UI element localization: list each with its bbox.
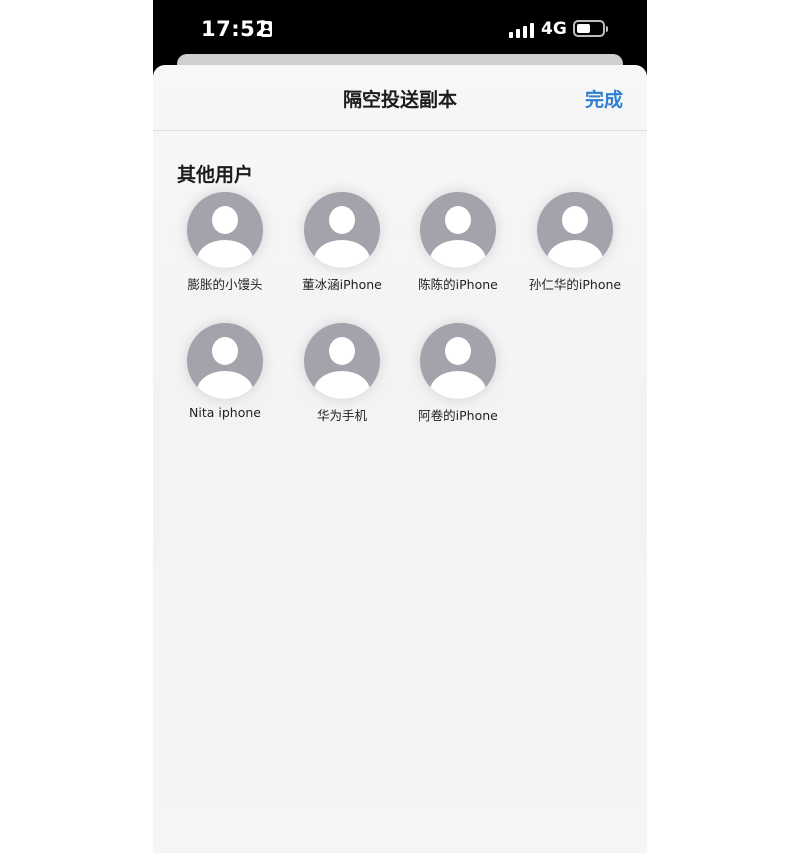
contact-name: 膨胀的小馒头 bbox=[187, 277, 263, 292]
page-title: 隔空投送副本 bbox=[342, 89, 457, 111]
contact-item[interactable]: 阿卷的iPhone bbox=[398, 323, 518, 424]
status-time: 17:52 bbox=[201, 17, 271, 41]
person-icon bbox=[187, 323, 263, 399]
person-icon bbox=[304, 323, 380, 399]
id-card-icon bbox=[261, 21, 272, 37]
battery-icon bbox=[573, 20, 608, 37]
nav-bar: 隔空投送副本 完成 bbox=[153, 65, 647, 131]
contact-item[interactable]: 孙仁华的iPhone bbox=[515, 192, 635, 293]
contact-name: 华为手机 bbox=[316, 408, 367, 423]
section-title-other-users: 其他用户 bbox=[177, 164, 254, 186]
contact-name: 孙仁华的iPhone bbox=[528, 277, 622, 292]
person-icon bbox=[187, 192, 263, 268]
person-icon bbox=[304, 192, 380, 268]
person-icon bbox=[420, 192, 496, 268]
person-icon bbox=[420, 323, 496, 399]
person-icon bbox=[537, 192, 613, 268]
contact-item[interactable]: Nita iphone bbox=[165, 323, 285, 420]
signal-icon bbox=[509, 20, 535, 38]
status-bar: 17:52 4G bbox=[153, 0, 647, 58]
contact-item[interactable]: 陈陈的iPhone bbox=[398, 192, 518, 293]
contact-item[interactable]: 膨胀的小馒头 bbox=[165, 192, 285, 293]
contact-name: Nita iphone bbox=[189, 405, 261, 420]
contact-item[interactable]: 董冰涵iPhone bbox=[282, 192, 402, 293]
contact-item[interactable]: 华为手机 bbox=[282, 323, 402, 424]
contact-name: 陈陈的iPhone bbox=[418, 277, 498, 292]
done-button[interactable]: 完成 bbox=[585, 85, 623, 112]
contact-name: 董冰涵iPhone bbox=[302, 277, 382, 292]
airdrop-sheet: 隔空投送副本 完成 其他用户 膨胀的小馒头 董冰涵iPhone 陈陈的iPhon… bbox=[153, 65, 647, 853]
phone-screen: 17:52 4G 隔空投送副本 完成 其他用户 膨胀的小馒头 董冰涵iPhone… bbox=[153, 0, 647, 853]
contact-name: 阿卷的iPhone bbox=[418, 408, 498, 423]
network-type: 4G bbox=[541, 19, 567, 39]
